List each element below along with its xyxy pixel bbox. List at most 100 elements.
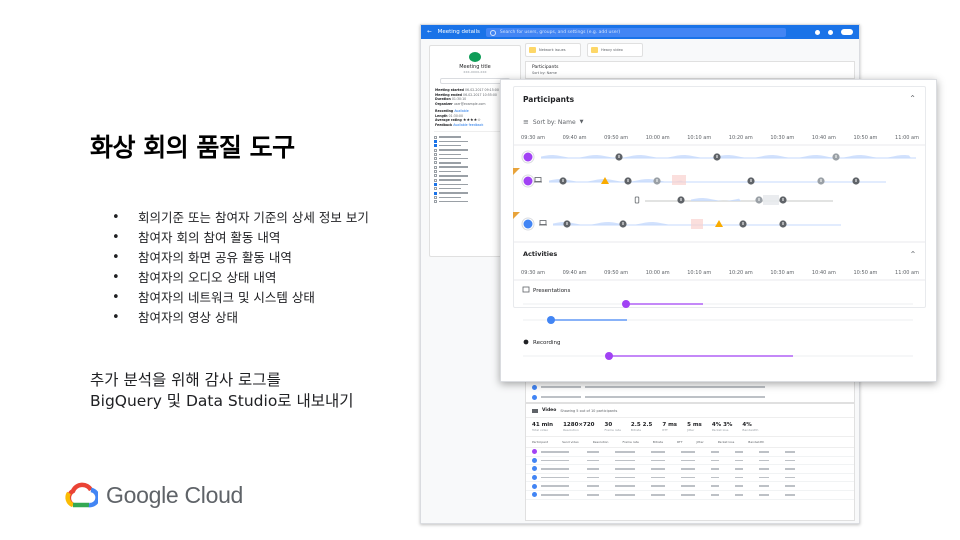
feature-item: 참여자의 영상 상태 <box>112 308 402 328</box>
avatar <box>532 384 537 390</box>
avatar[interactable] <box>523 152 533 162</box>
slide-title: 화상 회의 품질 도구 <box>90 133 295 162</box>
table-row <box>526 448 854 457</box>
feature-item: 회의기준 또는 참여자 기준의 상세 정보 보기 <box>112 208 402 228</box>
table-row <box>526 457 854 466</box>
time-tick-label-participants: 10:50 am <box>853 135 877 141</box>
event-marker-glyph <box>627 179 629 182</box>
presenter-avatar[interactable] <box>547 316 555 324</box>
list-item-text <box>439 136 461 138</box>
checkbox[interactable] <box>434 170 437 174</box>
laptop-icon <box>539 220 547 225</box>
checkbox[interactable] <box>434 174 437 178</box>
event-marker-glyph <box>742 222 744 225</box>
table-row <box>526 392 854 402</box>
video-table-body <box>526 448 854 500</box>
avatar <box>532 457 537 463</box>
video-table-header: Participant Send video Resolution Frame rat… <box>526 436 854 448</box>
video-stat: 5 ms Jitter <box>687 422 702 432</box>
apps-icon[interactable] <box>828 29 833 35</box>
detail-value: 01:30:10 <box>451 97 467 101</box>
feature-item: 참여자의 오디오 상태 내역 <box>112 268 402 288</box>
list-item-text <box>439 175 468 177</box>
video-stat: 4% Bandwidth <box>742 422 759 432</box>
avatar <box>532 449 537 455</box>
video-stat: 41 min Total video <box>532 422 554 432</box>
time-tick-label-participants: 09:30 am <box>521 135 545 141</box>
video-stats: 41 min Total video 1280×720 Resolution 30 Fra… <box>526 418 854 436</box>
back-sort-label[interactable]: Sort by: Name <box>526 70 854 76</box>
issue-highlight <box>691 219 703 229</box>
event-marker-glyph <box>562 179 564 182</box>
checkbox[interactable] <box>434 165 437 169</box>
video-icon <box>532 408 538 413</box>
event-marker-glyph <box>758 198 760 201</box>
event-marker-glyph <box>855 179 857 182</box>
detail-key: Organizer <box>435 101 454 106</box>
checkbox[interactable] <box>434 152 437 156</box>
checkbox[interactable] <box>434 200 437 204</box>
video-panel: Video Showing 5 out of 10 participants 4… <box>525 403 855 521</box>
alert-flag-icon <box>513 168 520 175</box>
detail-key: Meeting ended <box>435 92 464 97</box>
table-row <box>526 482 854 491</box>
feature-item: 참여자의 네트워크 및 시스템 상태 <box>112 288 402 308</box>
video-stat: 1280×720 Resolution <box>563 422 595 432</box>
detail-value[interactable]: Available <box>454 109 468 113</box>
warning-icon[interactable] <box>715 220 723 227</box>
time-tick-label-activities: 09:30 am <box>521 270 545 276</box>
recording-label: Recording <box>533 340 561 346</box>
meeting-icon <box>469 52 481 62</box>
checkbox[interactable] <box>434 135 437 139</box>
list-item-text <box>439 140 468 143</box>
detail-value: ★★★★☆ <box>462 117 481 122</box>
logo-text: Google Cloud <box>106 481 244 508</box>
event-marker-glyph <box>622 222 624 225</box>
time-tick-label-participants: 09:50 am <box>604 135 628 141</box>
avatar <box>532 466 537 472</box>
checkbox[interactable] <box>434 148 437 152</box>
table-row <box>526 491 854 500</box>
alert-flag-icon <box>513 212 520 219</box>
avatar[interactable] <box>523 176 533 186</box>
list-item-text <box>439 196 461 199</box>
list-item-text <box>439 179 461 181</box>
detail-key: Recording <box>435 109 455 113</box>
time-tick-label-activities: 10:00 am <box>646 270 670 276</box>
list-item-text <box>439 149 468 151</box>
issue-chip[interactable]: Network issues <box>525 43 581 57</box>
video-title: Video <box>542 408 557 413</box>
table-row <box>526 465 854 474</box>
back-arrow-icon[interactable]: ← <box>427 29 432 35</box>
list-item-text <box>439 187 461 190</box>
help-icon[interactable] <box>815 29 820 35</box>
checkbox[interactable] <box>434 144 437 148</box>
issue-chip[interactable]: Heavy video <box>587 43 643 57</box>
google-cloud-logo: Google Cloud <box>64 481 243 509</box>
recorder-avatar[interactable] <box>605 352 613 360</box>
avatar[interactable] <box>523 219 533 229</box>
detail-value[interactable]: Available feedback <box>453 123 483 127</box>
event-marker-glyph <box>782 222 784 225</box>
feature-list: 회의기준 또는 참여자 기준의 상세 정보 보기 참여자 회의 참여 활동 내역… <box>112 208 402 328</box>
list-item-text <box>439 162 461 164</box>
checkbox[interactable] <box>434 182 437 186</box>
checkbox[interactable] <box>434 195 437 199</box>
presenter-avatar[interactable] <box>622 300 630 308</box>
checkbox[interactable] <box>434 161 437 165</box>
detail-key: Duration <box>435 97 452 101</box>
event-marker-glyph <box>680 198 682 201</box>
feature-item: 참여자 회의 참여 활동 내역 <box>112 228 402 248</box>
phone-icon <box>634 196 640 204</box>
checkbox[interactable] <box>434 178 437 182</box>
account-toggle[interactable] <box>841 29 853 35</box>
checkbox[interactable] <box>434 191 437 195</box>
checkbox[interactable] <box>434 157 437 161</box>
checkbox[interactable] <box>434 139 437 143</box>
search-input[interactable]: Search for users, groups, and settings (… <box>485 27 786 37</box>
event-marker-glyph <box>835 155 837 158</box>
checkbox[interactable] <box>434 187 437 191</box>
event-marker-glyph <box>750 179 752 182</box>
time-tick-label-participants: 11:00 am <box>895 135 919 141</box>
back-participants-panel: Participants Sort by: Name <box>525 61 855 79</box>
